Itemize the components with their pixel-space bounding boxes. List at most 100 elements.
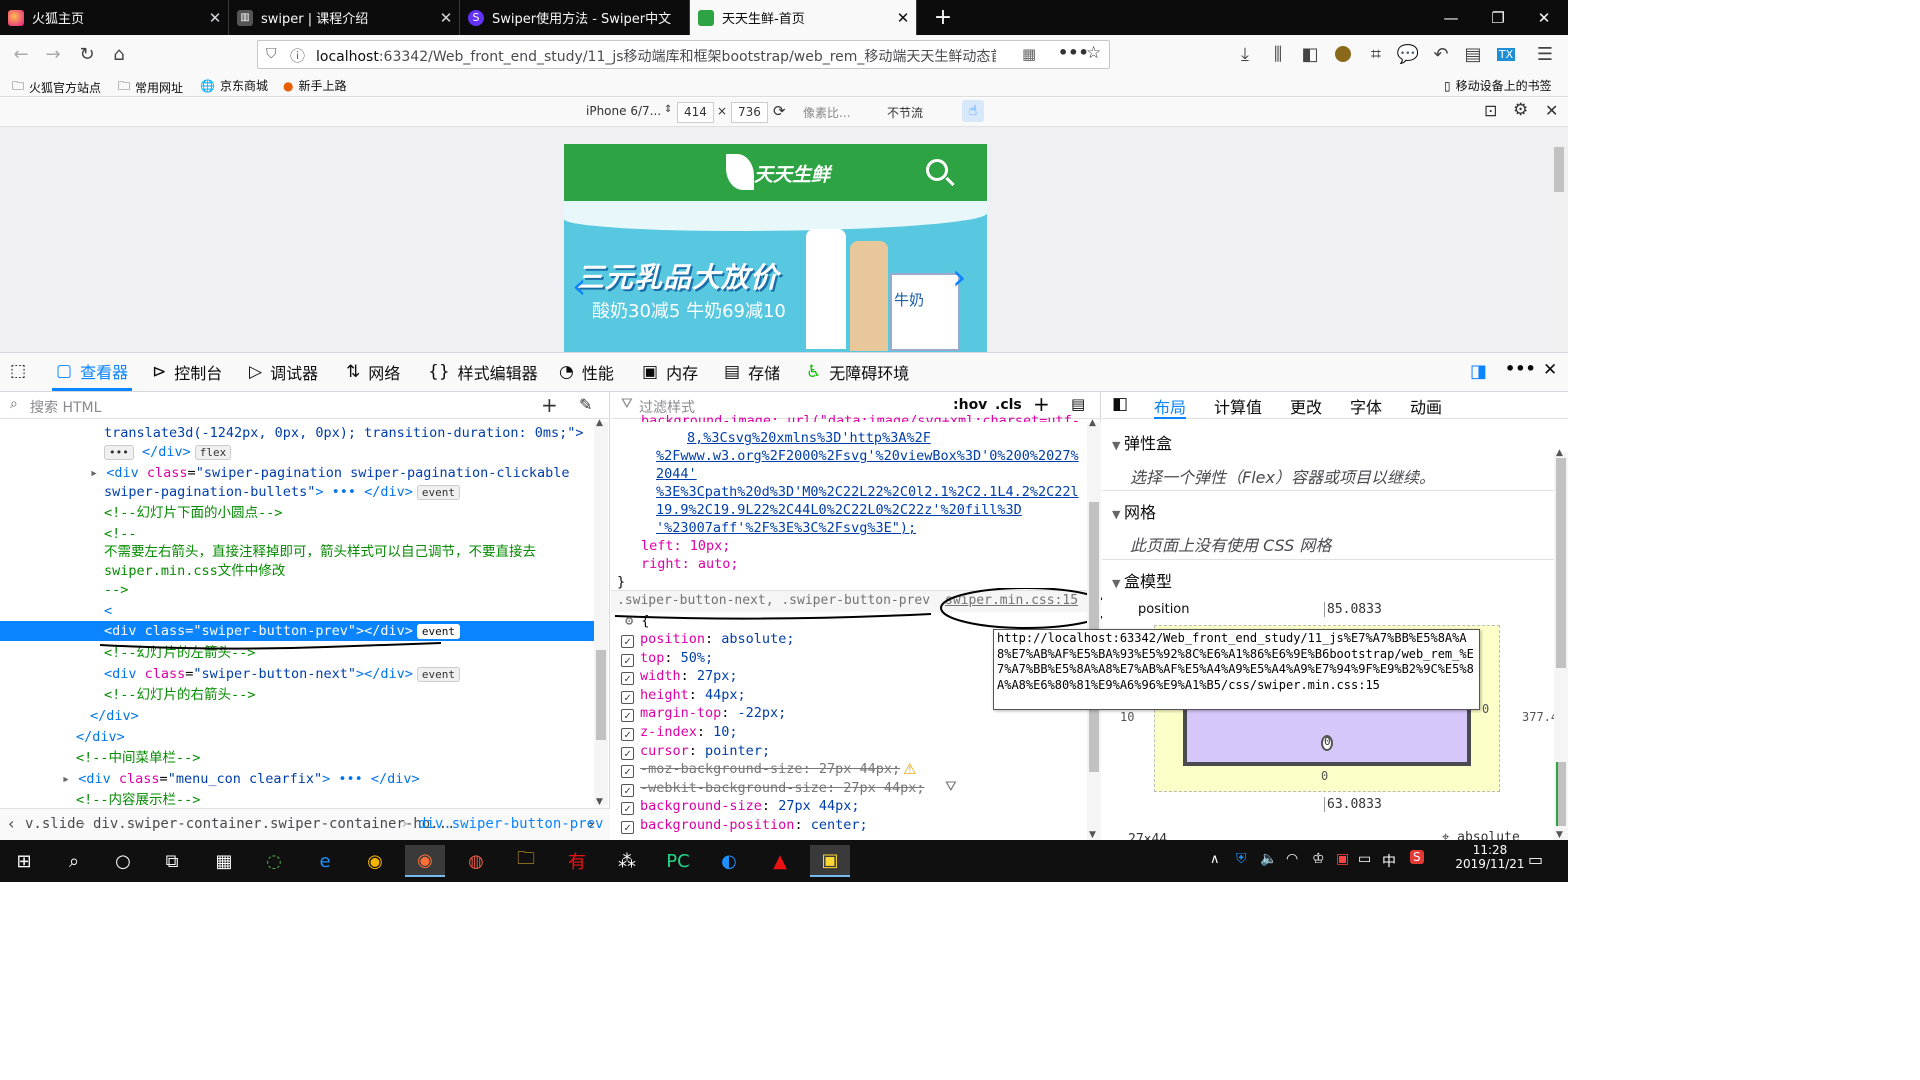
close-tab-icon[interactable]: ✕ (890, 9, 916, 27)
css-value-line[interactable]: 2044' (656, 465, 697, 484)
tab-changes[interactable]: 更改 (1290, 394, 1322, 419)
mobile-bookmarks[interactable]: ▯ 移动设备上的书签 (1444, 77, 1552, 94)
markup-line[interactable]: ••• </div> flex (104, 442, 698, 462)
tab-network[interactable]: ⇅ 网络 (346, 353, 400, 391)
chat-icon[interactable]: 💬 (1395, 41, 1421, 67)
declaration-checkbox[interactable]: ✓ (621, 728, 634, 741)
extension-ball-icon[interactable] (1330, 41, 1356, 67)
close-tab-icon[interactable]: ✕ (433, 9, 459, 27)
forward-icon[interactable]: → (40, 41, 66, 67)
property-name[interactable]: -moz-background-size (640, 761, 803, 777)
star-icon[interactable]: ☆ (1086, 43, 1101, 63)
info-icon[interactable]: ⓘ (290, 45, 305, 66)
property-value[interactable]: 27px; (697, 668, 738, 684)
youdao-icon[interactable]: 有 (557, 845, 597, 877)
filter-icon[interactable]: ⛛ (945, 779, 957, 795)
page-actions-icon[interactable]: ••• (1058, 43, 1089, 62)
throttle-select[interactable]: 不节流 (887, 104, 923, 121)
dock-icon[interactable]: ◨ (1470, 361, 1487, 382)
property-value[interactable]: 44px; (705, 687, 746, 703)
search-icon[interactable] (926, 159, 948, 181)
hov-toggle[interactable]: :hov (953, 397, 987, 413)
slide-prev-arrow-icon[interactable]: ‹ (572, 266, 586, 307)
markup-line-swiper-button-next[interactable]: <div class="swiper-button-next"></div> ev… (104, 664, 698, 684)
url-text[interactable]: localhost:63342/Web_front_end_study/11_j… (316, 46, 996, 66)
property-value[interactable]: 27px 44px; (843, 780, 924, 796)
more-options-icon[interactable]: ••• (1505, 359, 1536, 378)
file-explorer-icon[interactable]: 🗀 (506, 845, 546, 877)
page-scrollbar[interactable] (1552, 143, 1566, 353)
declaration-checkbox[interactable]: ✓ (621, 765, 634, 779)
close-icon[interactable]: ✕ (1545, 101, 1558, 120)
add-node-icon[interactable]: + (541, 393, 558, 417)
comment-line[interactable]: <!-- (104, 524, 698, 544)
property-name[interactable]: top (640, 650, 664, 666)
reload-icon[interactable]: ↻ (74, 41, 100, 67)
declaration-checkbox[interactable]: ✓ (621, 653, 634, 667)
clock[interactable]: 11:28 2019/11/21 (1455, 843, 1525, 871)
slide-next-arrow-icon[interactable]: › (952, 257, 966, 298)
tab-swiper-course[interactable]: ▥ swiper | 课程介绍 ✕ (229, 0, 460, 35)
tab-animations[interactable]: 动画 (1410, 394, 1442, 419)
css-value-line[interactable]: 8,%3Csvg%20xmlns%3D'http%3A%2F (687, 429, 931, 448)
sidebar-icon[interactable]: ◧ (1297, 41, 1323, 67)
box-bottom-value[interactable]: 63.0833 (1324, 797, 1382, 812)
tab-fonts[interactable]: 字体 (1350, 394, 1382, 419)
markup-line[interactable]: < (104, 601, 698, 621)
bookmark-folder[interactable]: 🗀 火狐官方站点 (12, 77, 101, 98)
wifi-icon[interactable]: ◠ (1286, 851, 1298, 867)
breadcrumb-next-icon[interactable]: › (588, 814, 594, 833)
property-value[interactable]: absolute; (721, 631, 794, 647)
viewport-height-input[interactable]: 736 (731, 102, 768, 123)
css-declaration[interactable]: ✓ cursor: pointer; (621, 742, 770, 761)
property-value[interactable]: 10; (713, 724, 737, 740)
translate-icon[interactable]: TX (1493, 41, 1519, 67)
home-icon[interactable]: ⌂ (106, 41, 132, 67)
property-value[interactable]: center; (811, 817, 868, 833)
collapse-badge[interactable]: ••• (104, 445, 134, 460)
shield-icon[interactable]: ⛉ (266, 46, 277, 62)
property-value[interactable]: 27px 44px; (778, 798, 859, 814)
flexbox-section-header[interactable]: ▼ 弹性盒 (1112, 430, 1172, 454)
breadcrumb-prev-icon[interactable]: ‹ (8, 814, 14, 833)
breadcrumb-item-current[interactable]: div.swiper-button-prev (418, 816, 603, 832)
comment-line[interactable]: <!--幻灯片下面的小圆点--> (104, 503, 698, 523)
scroll-thumb[interactable] (1556, 458, 1566, 668)
markup-line-menu-con[interactable]: ▸ <div class="menu_con clearfix"> ••• </… (62, 769, 656, 789)
css-declaration[interactable]: ✓ position: absolute; (621, 630, 794, 649)
css-value-line[interactable]: 19.9%2C19.9L22%2C44L0%2C22L0%2C22z'%20fi… (656, 501, 1022, 520)
flex-badge[interactable]: flex (194, 445, 232, 460)
device-select[interactable]: iPhone 6/7... (586, 104, 661, 118)
box-top-value[interactable]: 85.0833 (1324, 602, 1382, 617)
bookmark-folder[interactable]: 🗀 常用网址 (118, 77, 183, 98)
new-tab-icon[interactable]: + (920, 0, 966, 35)
tab-memory[interactable]: ▣ 内存 (642, 353, 698, 391)
toggle-pane-icon[interactable]: ◧ (1112, 394, 1128, 414)
close-devtools-icon[interactable]: ✕ (1543, 360, 1557, 380)
viewport-width-input[interactable]: 414 (677, 102, 714, 123)
declaration-checkbox[interactable]: ✓ (621, 690, 634, 704)
pdf-icon[interactable]: ▤ (1460, 41, 1486, 67)
scroll-up-icon[interactable]: ▲ (1556, 448, 1563, 458)
scroll-thumb[interactable] (596, 650, 606, 740)
property-value[interactable]: 27px 44px; (819, 761, 900, 777)
markup-line[interactable]: translate3d(-1242px, 0px, 0px); transiti… (104, 423, 698, 443)
css-declaration[interactable]: ✓ background-size: 27px 44px; (621, 797, 859, 816)
grid-section-header[interactable]: ▼ 网格 (1112, 499, 1156, 523)
scroll-thumb-secondary[interactable] (1556, 762, 1566, 826)
scroll-up-icon[interactable]: ▲ (596, 418, 603, 428)
expand-arrow-icon[interactable]: ▸ (90, 465, 106, 481)
margin-bottom-value[interactable]: 0 (1321, 769, 1328, 783)
css-declaration[interactable]: ✓ top: 50%; (621, 649, 713, 668)
tab-firefox-home[interactable]: 火狐主页 ✕ (0, 0, 229, 35)
property-name[interactable]: margin-top (640, 705, 721, 721)
bookmark-link[interactable]: ● 新手上路 (283, 77, 347, 94)
declaration-checkbox[interactable]: ✓ (621, 672, 634, 686)
settings-icon[interactable]: ⚙ (1513, 100, 1528, 120)
comment-line[interactable]: --> (104, 580, 698, 600)
tab-inspector[interactable]: ▢ 查看器 (52, 353, 133, 391)
property-name[interactable]: -webkit-background-size (640, 780, 827, 796)
breadcrumb-item[interactable]: v.slide (25, 816, 84, 832)
tab-console[interactable]: ⊳ 控制台 (152, 353, 222, 391)
tray-alert-icon[interactable]: ▣ (1336, 851, 1349, 867)
